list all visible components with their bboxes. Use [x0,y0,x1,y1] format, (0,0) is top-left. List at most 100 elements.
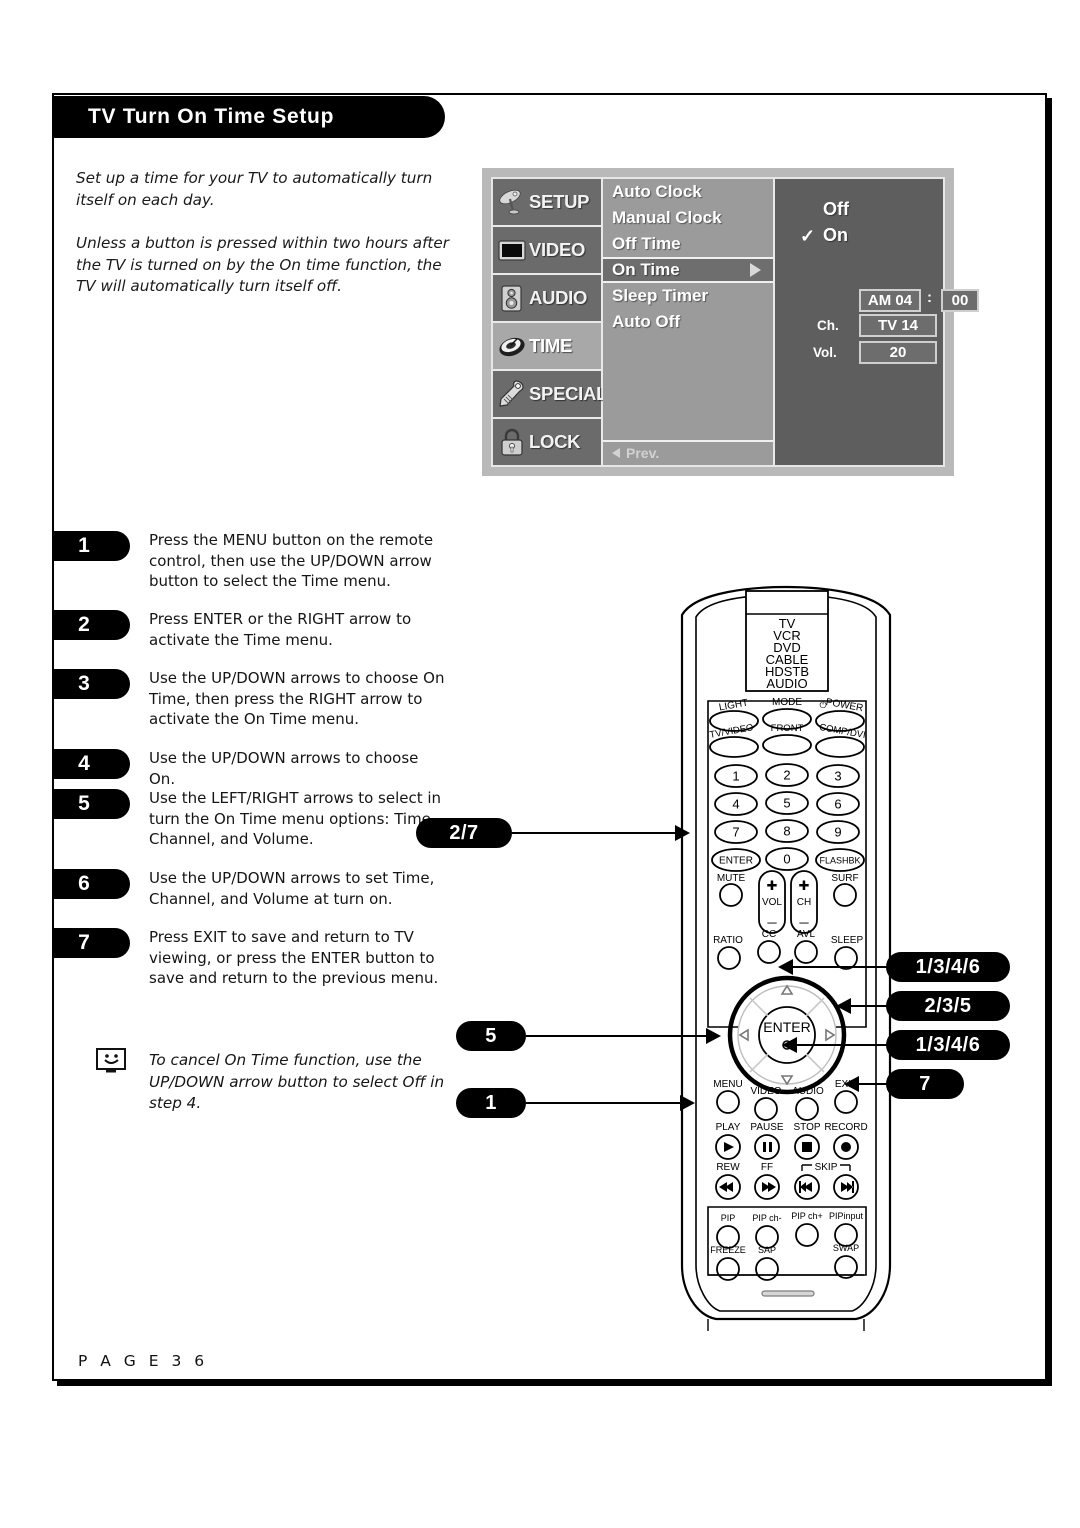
svg-text:PAUSE: PAUSE [750,1122,783,1133]
intro-text: Set up a time for your TV to automatical… [76,168,458,320]
svg-text:FRONT: FRONT [771,723,804,734]
osd-menu-item-on-time[interactable]: On Time [603,257,773,283]
leader-tip-dpad-down [782,1037,797,1053]
on-time-volume-field[interactable]: 20 [859,341,937,364]
svg-text:1: 1 [732,768,739,783]
svg-text:REW: REW [716,1162,740,1173]
svg-text:7: 7 [732,824,739,839]
osd-nav-item-setup[interactable]: SETUP [493,179,601,227]
svg-text:5: 5 [783,795,790,810]
svg-text:AUDIO: AUDIO [792,1086,824,1097]
osd-prev-button[interactable]: Prev. [603,440,773,465]
step-text-2: Press ENTER or the RIGHT arrow to activa… [149,610,412,649]
osd-menu-item-auto-off[interactable]: Auto Off [603,309,773,335]
leader-line-dpad-left [526,1035,712,1037]
svg-text:VIDEO: VIDEO [750,1086,781,1097]
osd-nav-item-time[interactable]: TIME [493,323,601,371]
osd-nav-item-audio[interactable]: AUDIO [493,275,601,323]
osd-menu-item-on-time-label: On Time [612,260,680,279]
step-text-5: Use the LEFT/RIGHT arrows to select in t… [149,789,442,849]
satellite-dish-icon [497,187,527,217]
step-badge-6: 6 [52,869,130,899]
svg-text:RECORD: RECORD [824,1122,867,1133]
osd-nav-item-lock[interactable]: LOCK [493,419,601,465]
padlock-icon [497,427,527,457]
svg-text:MUTE: MUTE [717,873,746,884]
svg-text:0: 0 [783,851,790,866]
svg-text:MENU: MENU [713,1079,742,1090]
step-text-3: Use the UP/DOWN arrows to choose On Time… [149,669,445,729]
svg-text:CH: CH [797,897,811,908]
svg-text:SKIP: SKIP [815,1162,838,1173]
osd-nav-item-special[interactable]: SPECIAL [493,371,607,419]
callout-enter-2-7: 2/7 [416,818,512,848]
osd-menu-item-sleep-timer[interactable]: Sleep Timer [603,283,773,309]
chevron-right-icon [750,263,761,277]
step-badge-5: 5 [52,789,130,819]
on-time-minute-field[interactable]: 00 [941,289,979,312]
page-number: P A G E 3 6 [78,1352,209,1370]
tv-smiley-icon [96,1048,126,1074]
svg-text:VOL: VOL [762,897,782,908]
svg-text:2: 2 [783,767,790,782]
leader-line-dpad-up [792,966,892,968]
svg-text:PIP: PIP [721,1213,736,1223]
osd-menu-screenshot: SETUP VIDEO AUDIO TIME SPECIAL LOCK Auto… [482,168,979,476]
svg-text:✚: ✚ [767,878,778,893]
osd-nav-label-special: SPECIAL [529,383,608,404]
svg-text:8: 8 [783,823,790,838]
svg-text:FREEZE: FREEZE [710,1245,746,1255]
check-icon: ✓ [800,226,816,246]
osd-nav-item-video[interactable]: VIDEO [493,227,601,275]
channel-label: Ch. [817,318,839,333]
osd-option-off[interactable]: Off [823,199,849,220]
osd-option-on[interactable]: On [823,225,848,246]
leader-line-enter [512,832,682,834]
volume-label: Vol. [813,345,837,360]
intro-paragraph-1: Set up a time for your TV to automatical… [76,169,433,209]
osd-category-nav: SETUP VIDEO AUDIO TIME SPECIAL LOCK [493,179,607,465]
leader-tip-dpad-left [706,1028,721,1044]
svg-text:MODE: MODE [772,697,802,708]
osd-menu-list: Auto Clock Manual Clock Off Time On Time… [603,179,775,465]
svg-text:─: ─ [766,915,777,930]
leader-tip-exit [844,1076,859,1092]
osd-nav-label-audio: AUDIO [529,287,588,308]
osd-nav-label-setup: SETUP [529,191,590,212]
leader-tip-dpad-right [836,998,851,1014]
osd-menu-item-manual-clock[interactable]: Manual Clock [603,205,773,231]
time-separator: : [927,289,932,306]
svg-text:9: 9 [834,824,841,839]
osd-detail-pane: Off ✓ On AM 04 : 00 Ch. TV 14 Vol. 20 [775,179,979,465]
svg-text:4: 4 [732,796,739,811]
osd-menu-item-off-time[interactable]: Off Time [603,231,773,257]
svg-text:FF: FF [761,1162,773,1173]
osd-menu-item-auto-clock[interactable]: Auto Clock [603,179,773,205]
callout-dpad-left-5: 5 [456,1021,526,1051]
on-time-channel-field[interactable]: TV 14 [859,314,937,337]
svg-text:ENTER: ENTER [719,856,753,867]
on-time-hour-field[interactable]: AM 04 [859,289,921,312]
svg-text:6: 6 [834,796,841,811]
callout-exit-7: 7 [886,1069,964,1099]
callout-dpad-right: 2/3/5 [886,991,1010,1021]
leader-line-dpad-right [850,1005,892,1007]
svg-text:⏻: ⏻ [819,700,826,710]
leader-tip-enter [675,825,690,841]
svg-text:AVL: AVL [797,929,816,940]
svg-text:RATIO: RATIO [713,935,743,946]
step-text-7: Press EXIT to save and return to TV view… [149,928,439,988]
callout-dpad-up: 1/3/4/6 [886,952,1010,982]
svg-text:SLEEP: SLEEP [831,935,864,946]
svg-text:3: 3 [834,768,841,783]
step-text-1: Press the MENU button on the remote cont… [149,531,434,591]
svg-text:PIP ch+: PIP ch+ [791,1211,823,1221]
svg-text:PLAY: PLAY [716,1122,741,1133]
osd-nav-label-video: VIDEO [529,239,586,260]
callout-dpad-down: 1/3/4/6 [886,1030,1010,1060]
intro-paragraph-2: Unless a button is pressed within two ho… [76,234,449,296]
svg-text:SWAP: SWAP [833,1243,859,1253]
step-badge-2: 2 [52,610,130,640]
svg-text:SAP: SAP [758,1245,776,1255]
page-title: TV Turn On Time Setup [88,105,335,128]
